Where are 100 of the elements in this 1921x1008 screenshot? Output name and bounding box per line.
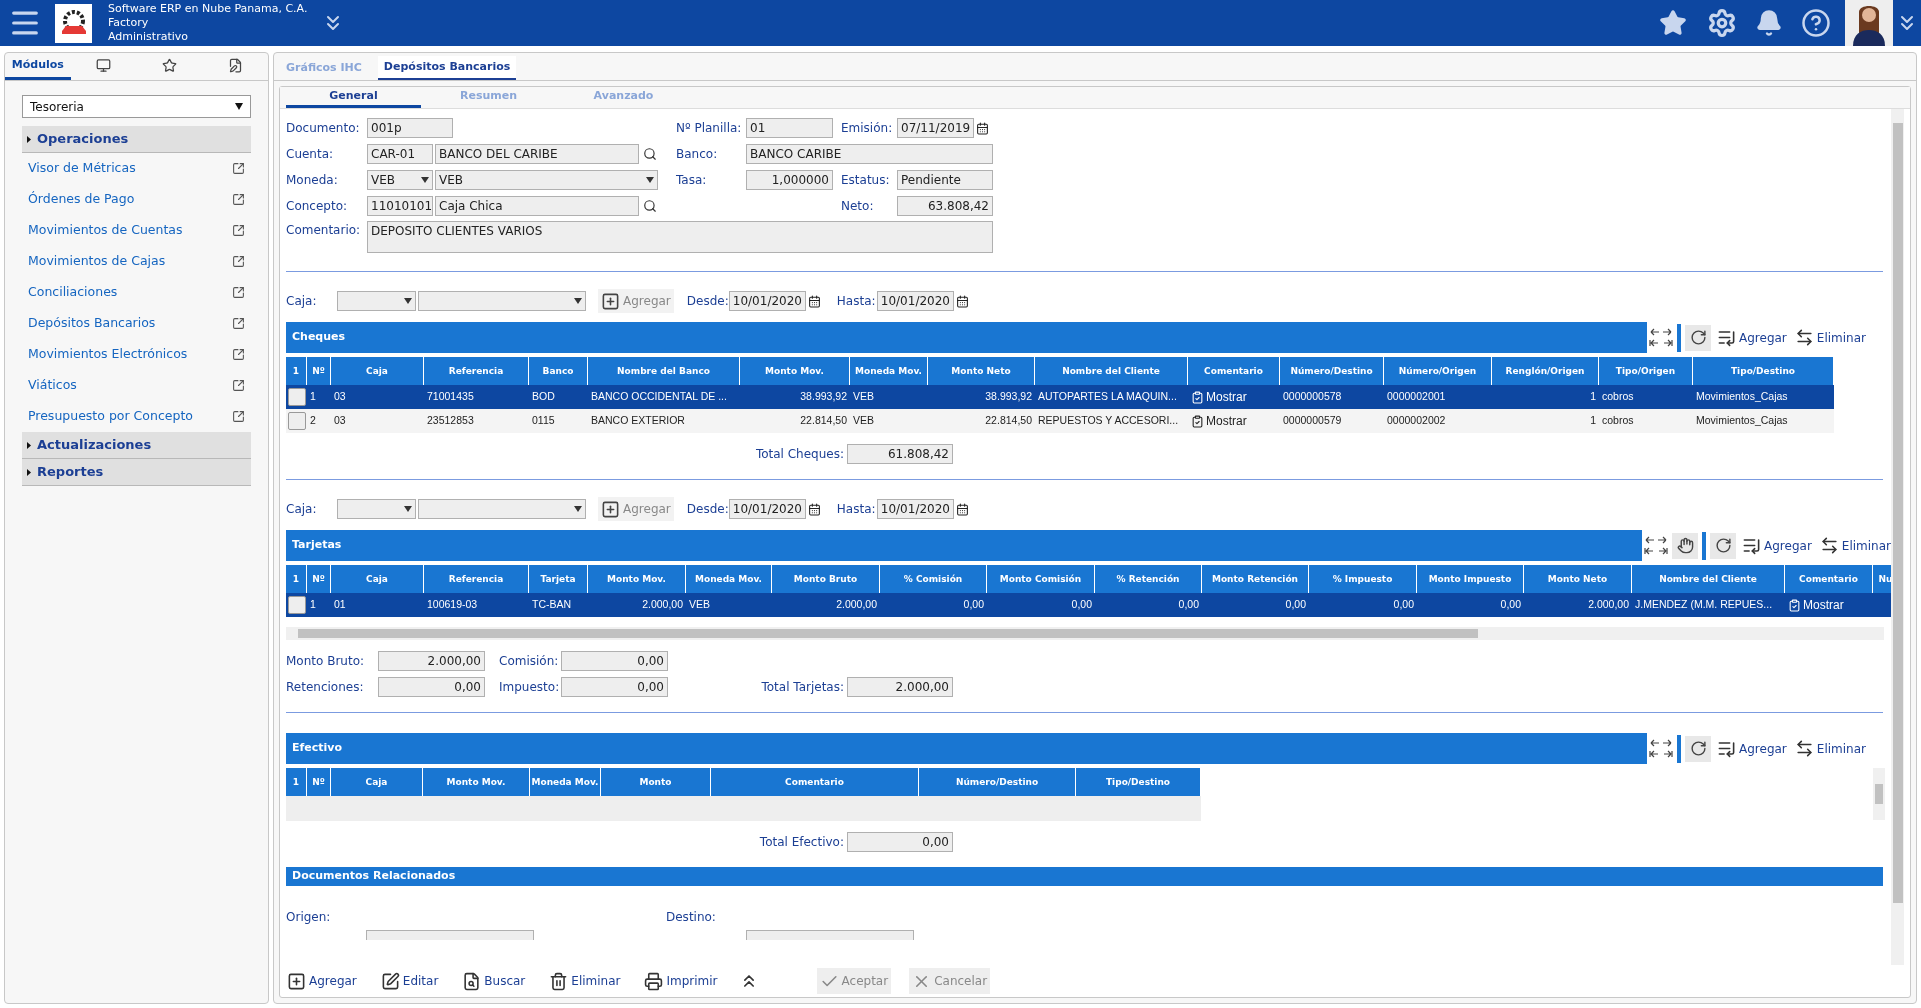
table-cell: 0000002002	[1387, 413, 1446, 429]
add-button[interactable]: Agregar	[1742, 536, 1812, 555]
table-row[interactable]: 2 03 23512853 0115 BANCO EXTERIOR 22.814,50 VEB 22.814,50 REPUESTOS Y ACCESORI... Mostrar 0000000579 0000002002 1 cobros Movimientos_Cajas	[286, 409, 1834, 433]
menu-link[interactable]: Visor de Métricas	[28, 159, 136, 178]
expand-columns-icon[interactable]	[1649, 737, 1673, 760]
text-field[interactable]: 61.808,42	[847, 444, 953, 464]
text-field[interactable]: 001p	[367, 118, 453, 138]
text-field[interactable]: 07/11/2019	[897, 118, 974, 138]
field-label: Desde:	[686, 293, 729, 310]
text-field[interactable]: 2.000,00	[847, 677, 953, 697]
show-comment-button[interactable]: Mostrar	[1191, 388, 1247, 406]
text-field[interactable]: 11010101	[367, 196, 433, 216]
text-field[interactable]: 10/01/2020	[728, 499, 806, 519]
comment-textarea[interactable]: DEPOSITO CLIENTES VARIOS	[367, 221, 993, 253]
help-icon[interactable]	[1801, 8, 1831, 38]
row-checkbox[interactable]	[287, 388, 306, 406]
vertical-scrollbar[interactable]	[1873, 768, 1885, 820]
text-field[interactable]: 2.000,00	[378, 651, 485, 671]
refresh-button[interactable]	[1685, 735, 1711, 762]
external-link-icon[interactable]	[232, 286, 245, 299]
text-field[interactable]: 10/01/2020	[876, 291, 954, 311]
sub-tab[interactable]: General	[286, 87, 421, 108]
menu-group[interactable]: Actualizaciones	[22, 432, 251, 459]
menu-link[interactable]: Órdenes de Pago	[28, 190, 135, 209]
delete-button[interactable]: Eliminar	[1794, 328, 1866, 347]
text-field[interactable]: Caja Chica	[435, 196, 639, 216]
external-link-icon[interactable]	[232, 255, 245, 268]
menu-link[interactable]: Movimientos de Cuentas	[28, 221, 183, 240]
external-link-icon[interactable]	[232, 193, 245, 206]
refresh-button[interactable]	[1685, 324, 1711, 351]
add-button[interactable]: Agregar	[598, 289, 674, 313]
favorites-icon[interactable]	[1659, 9, 1687, 37]
external-link-icon[interactable]	[232, 410, 245, 423]
search-button[interactable]: Buscar	[459, 968, 529, 994]
text-field[interactable]: Pendiente	[897, 170, 993, 190]
text-field[interactable]: 1,000000	[746, 170, 833, 190]
add-button[interactable]: Agregar	[598, 497, 674, 521]
external-link-icon[interactable]	[232, 379, 245, 392]
destination-field[interactable]	[746, 930, 914, 940]
delete-button[interactable]: Eliminar	[1794, 739, 1866, 758]
add-button[interactable]: Agregar	[1717, 328, 1787, 347]
table-row[interactable]: 1 01 100619-03 TC-BAN 2.000,00 VEB 2.000,00 0,00 0,00 0,00 0,00 0,00 0,00 2.000,00 J.MENDEZ (M.M. REPUES... Mostrar	[286, 593, 1891, 617]
delete-button[interactable]: Eliminar	[546, 968, 624, 994]
text-field[interactable]: BANCO DEL CARIBE	[435, 144, 639, 164]
module-dropdown[interactable]: Tesoreria	[22, 95, 251, 118]
text-field[interactable]: 0,00	[561, 677, 668, 697]
add-button[interactable]: Agregar	[284, 968, 360, 994]
menu-link[interactable]: Presupuesto por Concepto	[28, 407, 193, 426]
table-row[interactable]: 1 03 71001435 BOD BANCO OCCIDENTAL DE ... 38.993,92 VEB 38.993,92 AUTOPARTES LA MAQUIN... Mostrar 0000000578 0000002001 1 cobros Movimientos_Cajas	[286, 385, 1834, 409]
dropdown[interactable]: VEB	[367, 170, 433, 190]
text-field[interactable]: 01	[746, 118, 833, 138]
menu-link[interactable]: Movimientos de Cajas	[28, 252, 166, 271]
horizontal-scrollbar[interactable]	[286, 627, 1884, 640]
text-field[interactable]: 10/01/2020	[876, 499, 954, 519]
show-comment-button[interactable]: Mostrar	[1788, 596, 1844, 614]
calendar-icon[interactable]	[807, 294, 821, 308]
expand-columns-icon[interactable]	[1644, 534, 1669, 557]
document-tab[interactable]: Depósitos Bancarios	[377, 56, 517, 80]
external-link-icon[interactable]	[232, 348, 245, 361]
row-checkbox[interactable]	[287, 412, 306, 430]
notifications-icon[interactable]	[1755, 9, 1783, 37]
calendar-icon[interactable]	[955, 294, 969, 308]
edit-button[interactable]: Editar	[377, 968, 442, 994]
calendar-icon[interactable]	[976, 121, 989, 135]
text-field[interactable]: 0,00	[847, 832, 953, 852]
add-button[interactable]: Agregar	[1717, 739, 1787, 758]
origin-field[interactable]	[366, 930, 534, 940]
vertical-scrollbar[interactable]	[1891, 109, 1904, 965]
text-field[interactable]: 63.808,42	[897, 196, 993, 216]
expand-columns-icon[interactable]	[1649, 326, 1673, 349]
text-field[interactable]: 0,00	[378, 677, 485, 697]
text-field[interactable]: 0,00	[561, 651, 668, 671]
field-label: Total Efectivo:	[758, 834, 845, 851]
sidebar-tab[interactable]: Módulos	[5, 53, 71, 80]
menu-link[interactable]: Movimientos Electrónicos	[28, 345, 188, 364]
menu-group[interactable]: Operaciones	[22, 126, 251, 153]
menu-link[interactable]: Viáticos	[28, 376, 77, 395]
delete-button[interactable]: Eliminar	[1819, 536, 1891, 555]
avatar[interactable]	[1845, 0, 1893, 46]
dropdown[interactable]: VEB	[435, 170, 658, 190]
text-field[interactable]: BANCO CARIBE	[746, 144, 993, 164]
menu-group[interactable]: Reportes	[22, 459, 251, 486]
settings-icon[interactable]	[1707, 8, 1737, 38]
print-button[interactable]: Imprimir	[641, 968, 721, 994]
external-link-icon[interactable]	[232, 162, 245, 175]
refresh-button[interactable]	[1710, 532, 1737, 559]
external-link-icon[interactable]	[232, 317, 245, 330]
show-comment-button[interactable]: Mostrar	[1191, 412, 1247, 430]
hand-tool-button[interactable]	[1672, 532, 1699, 559]
calendar-icon[interactable]	[955, 502, 969, 516]
menu-link[interactable]: Depósitos Bancarios	[28, 314, 156, 333]
text-field[interactable]: CAR-01	[367, 144, 433, 164]
search-icon[interactable]	[643, 199, 657, 213]
row-checkbox[interactable]	[287, 596, 306, 614]
menu-link[interactable]: Conciliaciones	[28, 283, 118, 302]
logo[interactable]	[55, 3, 92, 43]
calendar-icon[interactable]	[807, 502, 821, 516]
external-link-icon[interactable]	[232, 224, 245, 237]
search-icon[interactable]	[643, 147, 657, 161]
text-field[interactable]: 10/01/2020	[728, 291, 806, 311]
